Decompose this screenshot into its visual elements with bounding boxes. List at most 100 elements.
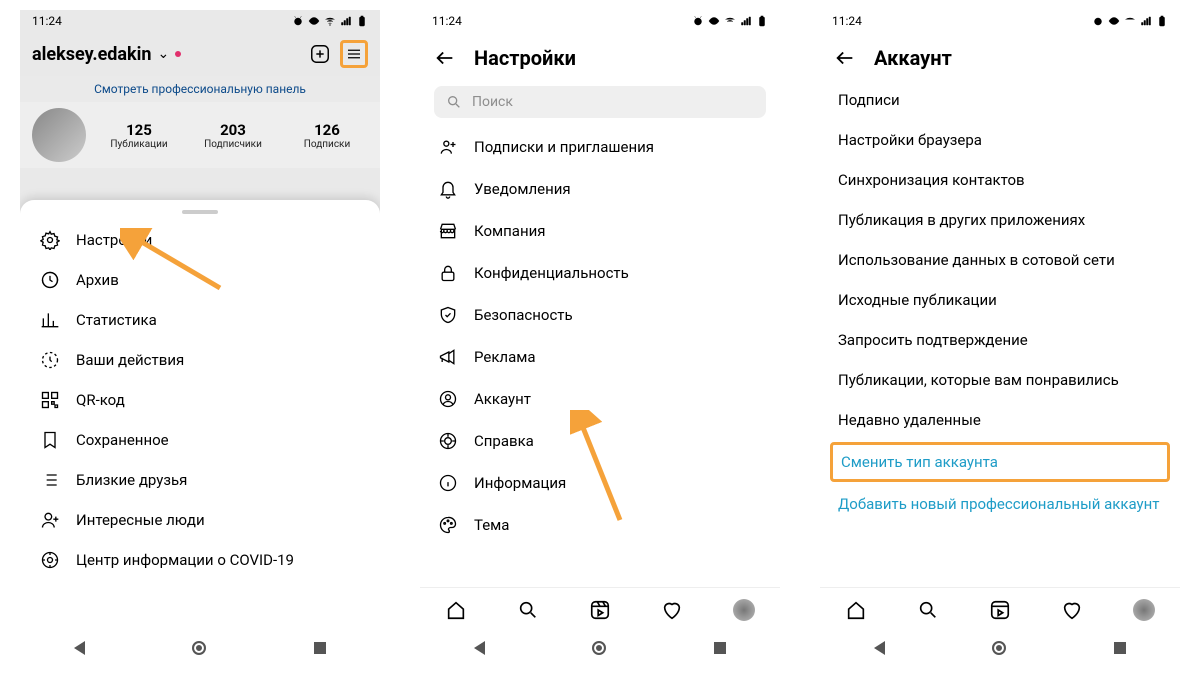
settings-about[interactable]: Информация — [420, 462, 780, 504]
recents-button[interactable] — [1114, 642, 1126, 654]
account-deleted[interactable]: Недавно удаленные — [820, 400, 1180, 440]
reels-icon[interactable] — [989, 599, 1011, 621]
recents-button[interactable] — [314, 642, 326, 654]
row-label: Безопасность — [474, 306, 573, 324]
page-title: Аккаунт — [874, 46, 952, 70]
gear-icon — [40, 230, 60, 250]
search-icon — [446, 94, 462, 110]
account-captions[interactable]: Подписи — [820, 80, 1180, 120]
account-share[interactable]: Публикация в других приложениях — [820, 200, 1180, 240]
wifi-icon — [324, 15, 336, 27]
account-cellular[interactable]: Использование данных в сотовой сети — [820, 240, 1180, 280]
recents-button[interactable] — [714, 642, 726, 654]
profile-avatar-icon[interactable] — [1133, 599, 1155, 621]
home-button[interactable] — [192, 641, 206, 655]
bell-icon — [438, 179, 458, 199]
eye-icon — [708, 15, 720, 27]
heart-icon[interactable] — [1061, 599, 1083, 621]
nav-header: Аккаунт — [820, 32, 1180, 80]
menu-close-friends[interactable]: Близкие друзья — [20, 460, 380, 500]
menu-saved[interactable]: Сохраненное — [20, 420, 380, 460]
alarm-icon — [1092, 15, 1104, 27]
screen-settings: 11:24 Настройки Поиск Подписки и приглаш… — [420, 10, 780, 665]
screen-profile: 11:24 aleksey.edakin ⌄ Смотреть професси… — [20, 10, 380, 665]
back-icon[interactable] — [834, 47, 856, 69]
home-icon[interactable] — [845, 599, 867, 621]
menu-insights[interactable]: Статистика — [20, 300, 380, 340]
reels-icon[interactable] — [589, 599, 611, 621]
status-bar: 11:24 — [420, 10, 780, 32]
settings-notifications[interactable]: Уведомления — [420, 168, 780, 210]
alarm-icon — [292, 15, 304, 27]
account-original[interactable]: Исходные публикации — [820, 280, 1180, 320]
profile-stats: 125 Публикации 203 Подписчики 126 Подпис… — [20, 102, 380, 168]
status-time: 11:24 — [432, 14, 462, 28]
menu-covid[interactable]: Центр информации о COVID-19 — [20, 540, 380, 580]
settings-theme[interactable]: Тема — [420, 504, 780, 546]
eye-icon — [1108, 15, 1120, 27]
pro-dashboard-banner[interactable]: Смотреть профессиональную панель — [20, 76, 380, 102]
stat-posts[interactable]: 125 Публикации — [98, 121, 180, 150]
menu-label: Интересные люди — [76, 511, 205, 529]
menu-activity[interactable]: Ваши действия — [20, 340, 380, 380]
signal-icon — [340, 15, 352, 27]
settings-help[interactable]: Справка — [420, 420, 780, 462]
row-label: Аккаунт — [474, 390, 531, 408]
status-time: 11:24 — [32, 14, 62, 28]
menu-qr[interactable]: QR-код — [20, 380, 380, 420]
signal-icon — [1140, 15, 1152, 27]
home-icon[interactable] — [445, 599, 467, 621]
sheet-grabber[interactable] — [182, 210, 218, 214]
row-label: Конфиденциальность — [474, 264, 629, 282]
account-contacts[interactable]: Синхронизация контактов — [820, 160, 1180, 200]
menu-label: Близкие друзья — [76, 471, 187, 489]
archive-icon — [40, 270, 60, 290]
account-browser[interactable]: Настройки браузера — [820, 120, 1180, 160]
back-button[interactable] — [474, 641, 485, 655]
alarm-icon — [692, 15, 704, 27]
android-nav — [420, 631, 780, 665]
settings-ads[interactable]: Реклама — [420, 336, 780, 378]
avatar[interactable] — [32, 108, 86, 162]
row-label: Уведомления — [474, 180, 571, 198]
heart-icon[interactable] — [661, 599, 683, 621]
menu-discover[interactable]: Интересные люди — [20, 500, 380, 540]
store-icon — [438, 221, 458, 241]
account-add-pro[interactable]: Добавить новый профессиональный аккаунт — [820, 484, 1180, 524]
status-icons — [292, 15, 368, 27]
stat-following[interactable]: 126 Подписки — [286, 121, 368, 150]
menu-settings[interactable]: Настройки — [20, 220, 380, 260]
username[interactable]: aleksey.edakin — [32, 44, 152, 65]
new-post-button[interactable] — [306, 40, 334, 68]
settings-business[interactable]: Компания — [420, 210, 780, 252]
lock-icon — [438, 263, 458, 283]
back-icon[interactable] — [434, 47, 456, 69]
signal-icon — [740, 15, 752, 27]
hamburger-menu-button[interactable] — [340, 40, 368, 68]
search-icon[interactable] — [917, 599, 939, 621]
search-input[interactable]: Поиск — [434, 86, 766, 118]
profile-avatar-icon[interactable] — [733, 599, 755, 621]
settings-security[interactable]: Безопасность — [420, 294, 780, 336]
list-icon — [40, 470, 60, 490]
home-button[interactable] — [992, 641, 1006, 655]
menu-label: Архив — [76, 271, 119, 289]
account-switch-type[interactable]: Сменить тип аккаунта — [841, 453, 1159, 471]
search-icon[interactable] — [517, 599, 539, 621]
status-time: 11:24 — [832, 14, 862, 28]
stat-followers[interactable]: 203 Подписчики — [192, 121, 274, 150]
screen-account: 11:24 Аккаунт Подписи Настройки браузера… — [820, 10, 1180, 665]
account-liked[interactable]: Публикации, которые вам понравились — [820, 360, 1180, 400]
bookmark-icon — [40, 430, 60, 450]
settings-invite[interactable]: Подписки и приглашения — [420, 126, 780, 168]
settings-account[interactable]: Аккаунт — [420, 378, 780, 420]
settings-privacy[interactable]: Конфиденциальность — [420, 252, 780, 294]
account-verify[interactable]: Запросить подтверждение — [820, 320, 1180, 360]
chevron-down-icon[interactable]: ⌄ — [158, 46, 170, 62]
status-bar: 11:24 — [820, 10, 1180, 32]
menu-archive[interactable]: Архив — [20, 260, 380, 300]
back-button[interactable] — [74, 641, 85, 655]
shield-icon — [438, 305, 458, 325]
back-button[interactable] — [874, 641, 885, 655]
home-button[interactable] — [592, 641, 606, 655]
